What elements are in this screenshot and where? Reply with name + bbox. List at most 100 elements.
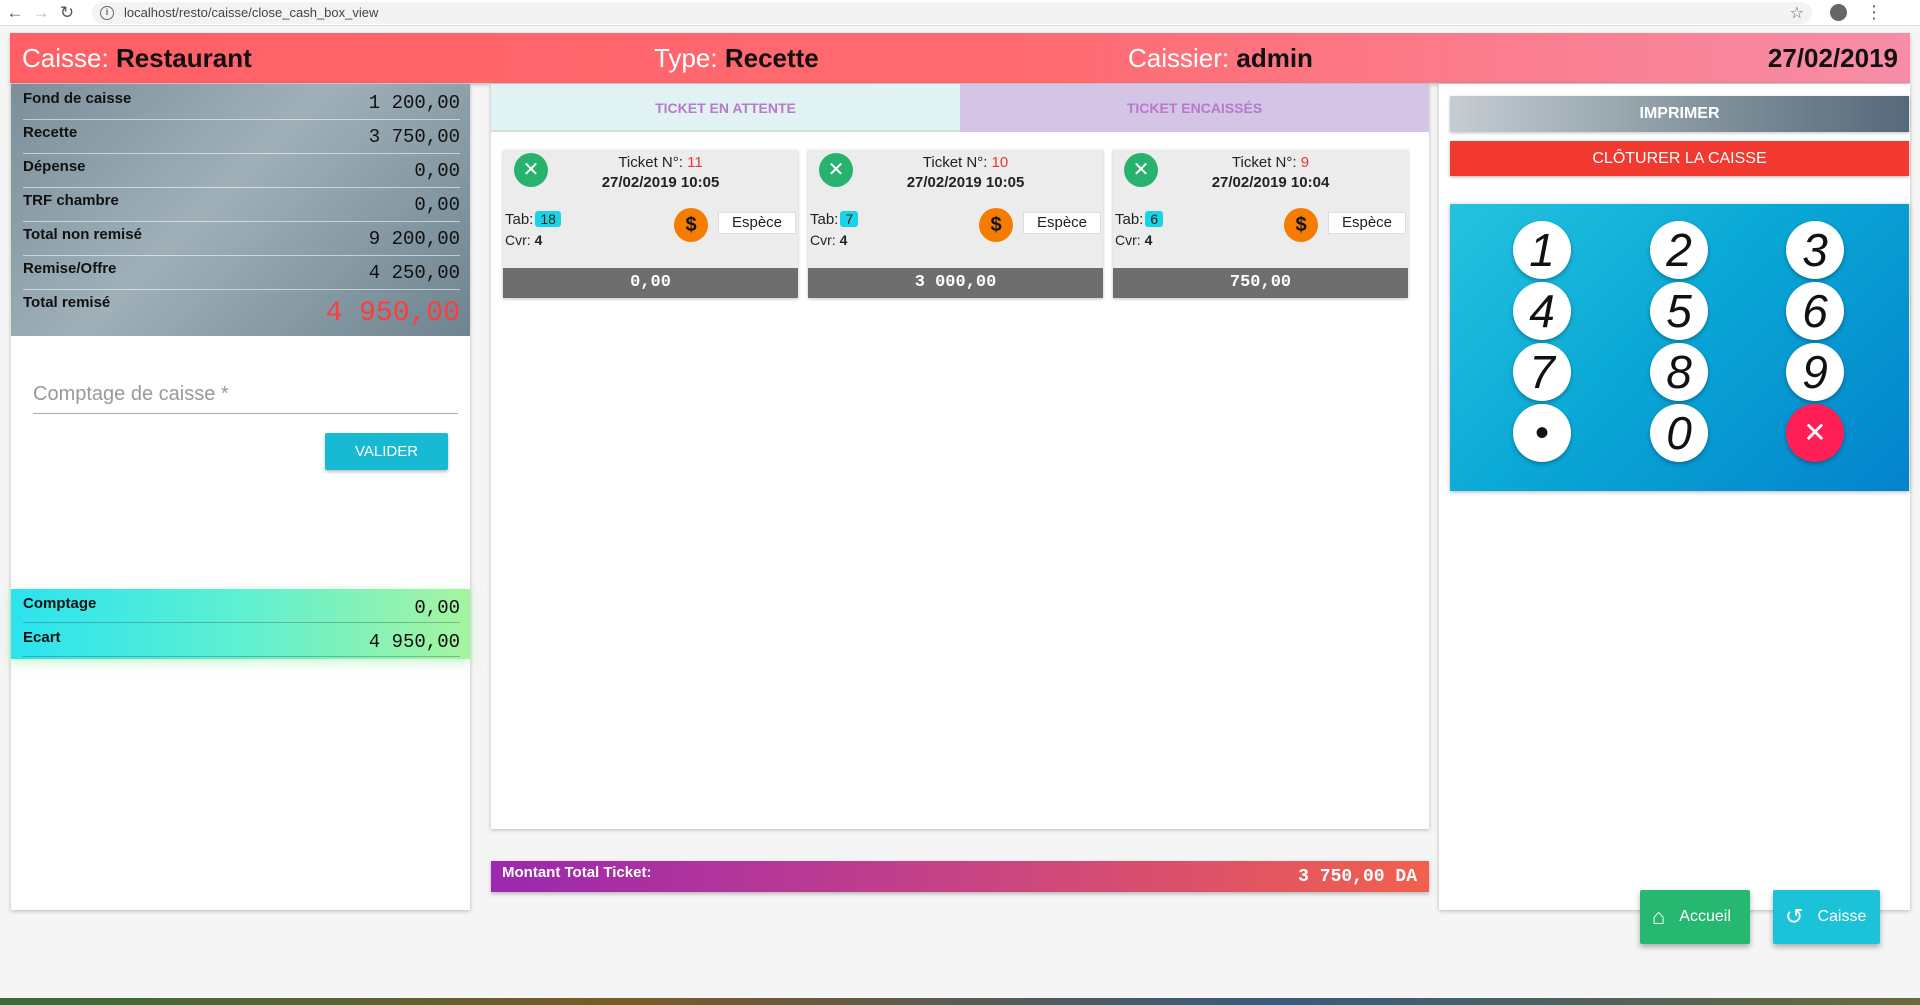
ticket-table-badge: 7 [840, 211, 859, 227]
header-type-label: Type: [654, 42, 718, 73]
header-type: Type: Recette [654, 43, 819, 74]
caisse-button-label: Caisse [1817, 908, 1867, 925]
ticket-total-bar: Montant Total Ticket: 3 750,00 DA [491, 861, 1429, 892]
reload-icon[interactable]: ↻ [56, 3, 78, 23]
ecart-value: 4 950,00 [368, 631, 460, 653]
header-caissier-label: Caissier: [1128, 42, 1230, 73]
key-5[interactable]: 5 [1650, 282, 1708, 340]
summary-total-value: 4 950,00 [325, 298, 460, 329]
ticket-covers-value: 4 [839, 232, 848, 248]
ticket-covers-label: Cvr: [810, 232, 836, 248]
info-icon[interactable]: i [100, 5, 114, 20]
payment-method: Espèce [1023, 212, 1101, 234]
numeric-keypad: 1 2 3 4 5 6 7 8 9 • 0 ✕ [1450, 204, 1909, 491]
payment-method: Espèce [1328, 212, 1406, 234]
ticket-table: Tab: 6 [1115, 211, 1164, 228]
browser-toolbar: ← → ↻ i localhost/resto/caisse/close_cas… [0, 0, 1920, 26]
address-bar[interactable]: i localhost/resto/caisse/close_cash_box_… [92, 1, 1812, 24]
summary-row: Fond de caisse 1 200,00 [23, 86, 460, 120]
summary-row: Total non remisé 9 200,00 [23, 222, 460, 256]
menu-dots-icon[interactable]: ⋮ [1865, 2, 1883, 23]
header-date: 27/02/2019 [1768, 43, 1898, 74]
summary-box: Fond de caisse 1 200,00 Recette 3 750,00… [11, 84, 470, 336]
ticket-covers-value: 4 [534, 232, 543, 248]
dollar-icon: $ [979, 208, 1013, 242]
ticket-covers: Cvr: 4 [1115, 232, 1152, 248]
ticket-table: Tab: 18 [505, 211, 561, 228]
home-icon: ⌂ [1652, 904, 1666, 929]
os-taskbar [0, 998, 1920, 1005]
key-0[interactable]: 0 [1650, 404, 1708, 462]
ecart-row: Ecart 4 950,00 [23, 623, 460, 657]
cash-count-placeholder: Comptage de caisse * [33, 383, 229, 405]
summary-label: TRF chambre [23, 192, 119, 209]
summary-label: Total non remisé [23, 226, 142, 243]
app-header: Caisse: Restaurant Type: Recette Caissie… [10, 33, 1910, 83]
key-8[interactable]: 8 [1650, 343, 1708, 401]
key-dot[interactable]: • [1513, 404, 1571, 462]
url-text: localhost/resto/caisse/close_cash_box_vi… [124, 5, 379, 20]
ticket-tabs: TICKET EN ATTENTE TICKET ENCAISSÉS [491, 84, 1429, 132]
count-row: Comptage 0,00 [23, 589, 460, 623]
close-cashbox-button[interactable]: CLÔTURER LA CAISSE [1450, 141, 1909, 176]
ticket-number-value: 9 [1300, 154, 1310, 171]
key-2[interactable]: 2 [1650, 221, 1708, 279]
ticket-card[interactable]: ✕ Ticket N°: 9 27/02/2019 10:04 Tab: 6 Cv… [1113, 150, 1408, 298]
ticket-table: Tab: 7 [810, 211, 859, 228]
ticket-total-value: 3 750,00 DA [1298, 867, 1417, 887]
ticket-number-label: Ticket N°: [1231, 154, 1297, 171]
ticket-covers-label: Cvr: [1115, 232, 1141, 248]
summary-row: Remise/Offre 4 250,00 [23, 256, 460, 290]
ticket-table-label: Tab: [1115, 211, 1144, 228]
key-6[interactable]: 6 [1786, 282, 1844, 340]
dollar-icon: $ [674, 208, 708, 242]
key-9[interactable]: 9 [1786, 343, 1844, 401]
ticket-number-value: 10 [991, 154, 1009, 171]
summary-value: 9 200,00 [368, 228, 460, 250]
ticket-date: 27/02/2019 10:04 [1211, 174, 1330, 191]
account-icon[interactable] [1830, 4, 1847, 21]
summary-value: 1 200,00 [368, 92, 460, 114]
header-caisse: Caisse: Restaurant [22, 43, 252, 74]
key-1[interactable]: 1 [1513, 221, 1571, 279]
header-caissier-value: admin [1236, 42, 1313, 73]
summary-label: Fond de caisse [23, 90, 132, 107]
print-button[interactable]: IMPRIMER [1450, 96, 1909, 132]
undo-icon: ↺ [1785, 904, 1804, 929]
tab-pending-tickets[interactable]: TICKET EN ATTENTE [491, 84, 960, 132]
key-3[interactable]: 3 [1786, 221, 1844, 279]
back-icon[interactable]: ← [4, 3, 26, 23]
key-4[interactable]: 4 [1513, 282, 1571, 340]
ticket-number-label: Ticket N°: [618, 154, 683, 171]
summary-total-row: Total remisé 4 950,00 [23, 290, 460, 338]
summary-label: Remise/Offre [23, 260, 117, 277]
dollar-icon: $ [1284, 208, 1318, 242]
home-button[interactable]: ⌂ Accueil [1640, 890, 1750, 944]
tickets-panel: TICKET EN ATTENTE TICKET ENCAISSÉS ✕ Tic… [491, 84, 1429, 829]
count-label: Comptage [23, 595, 97, 612]
cash-summary-panel: Fond de caisse 1 200,00 Recette 3 750,00… [11, 84, 470, 910]
caisse-button[interactable]: ↺ Caisse [1773, 890, 1880, 944]
summary-value: 4 250,00 [368, 262, 460, 284]
payment-method: Espèce [718, 212, 796, 234]
actions-panel: IMPRIMER CLÔTURER LA CAISSE 1 2 3 4 5 6 … [1439, 84, 1910, 910]
forward-icon[interactable]: → [30, 3, 52, 23]
validate-button[interactable]: VALIDER [325, 433, 448, 470]
key-clear[interactable]: ✕ [1786, 404, 1844, 462]
star-icon[interactable]: ☆ [1790, 3, 1804, 23]
summary-total-label: Total remisé [23, 294, 111, 311]
ticket-table-label: Tab: [810, 211, 839, 228]
ticket-number: Ticket N°: 10 [808, 154, 1103, 171]
ticket-card[interactable]: ✕ Ticket N°: 10 27/02/2019 10:05 Tab: 7 C… [808, 150, 1103, 298]
key-7[interactable]: 7 [1513, 343, 1571, 401]
header-type-value: Recette [724, 42, 819, 73]
ecart-label: Ecart [23, 629, 61, 646]
cash-count-input[interactable]: Comptage de caisse * [33, 374, 458, 414]
ticket-number: Ticket N°: 11 [503, 154, 798, 171]
ticket-card[interactable]: ✕ Ticket N°: 11 27/02/2019 10:05 Tab: 18 … [503, 150, 798, 298]
count-value: 0,00 [414, 597, 460, 619]
ticket-table-badge: 18 [535, 211, 561, 227]
ticket-table-label: Tab: [505, 211, 534, 228]
ticket-covers: Cvr: 4 [505, 232, 542, 248]
tab-paid-tickets[interactable]: TICKET ENCAISSÉS [960, 84, 1429, 132]
